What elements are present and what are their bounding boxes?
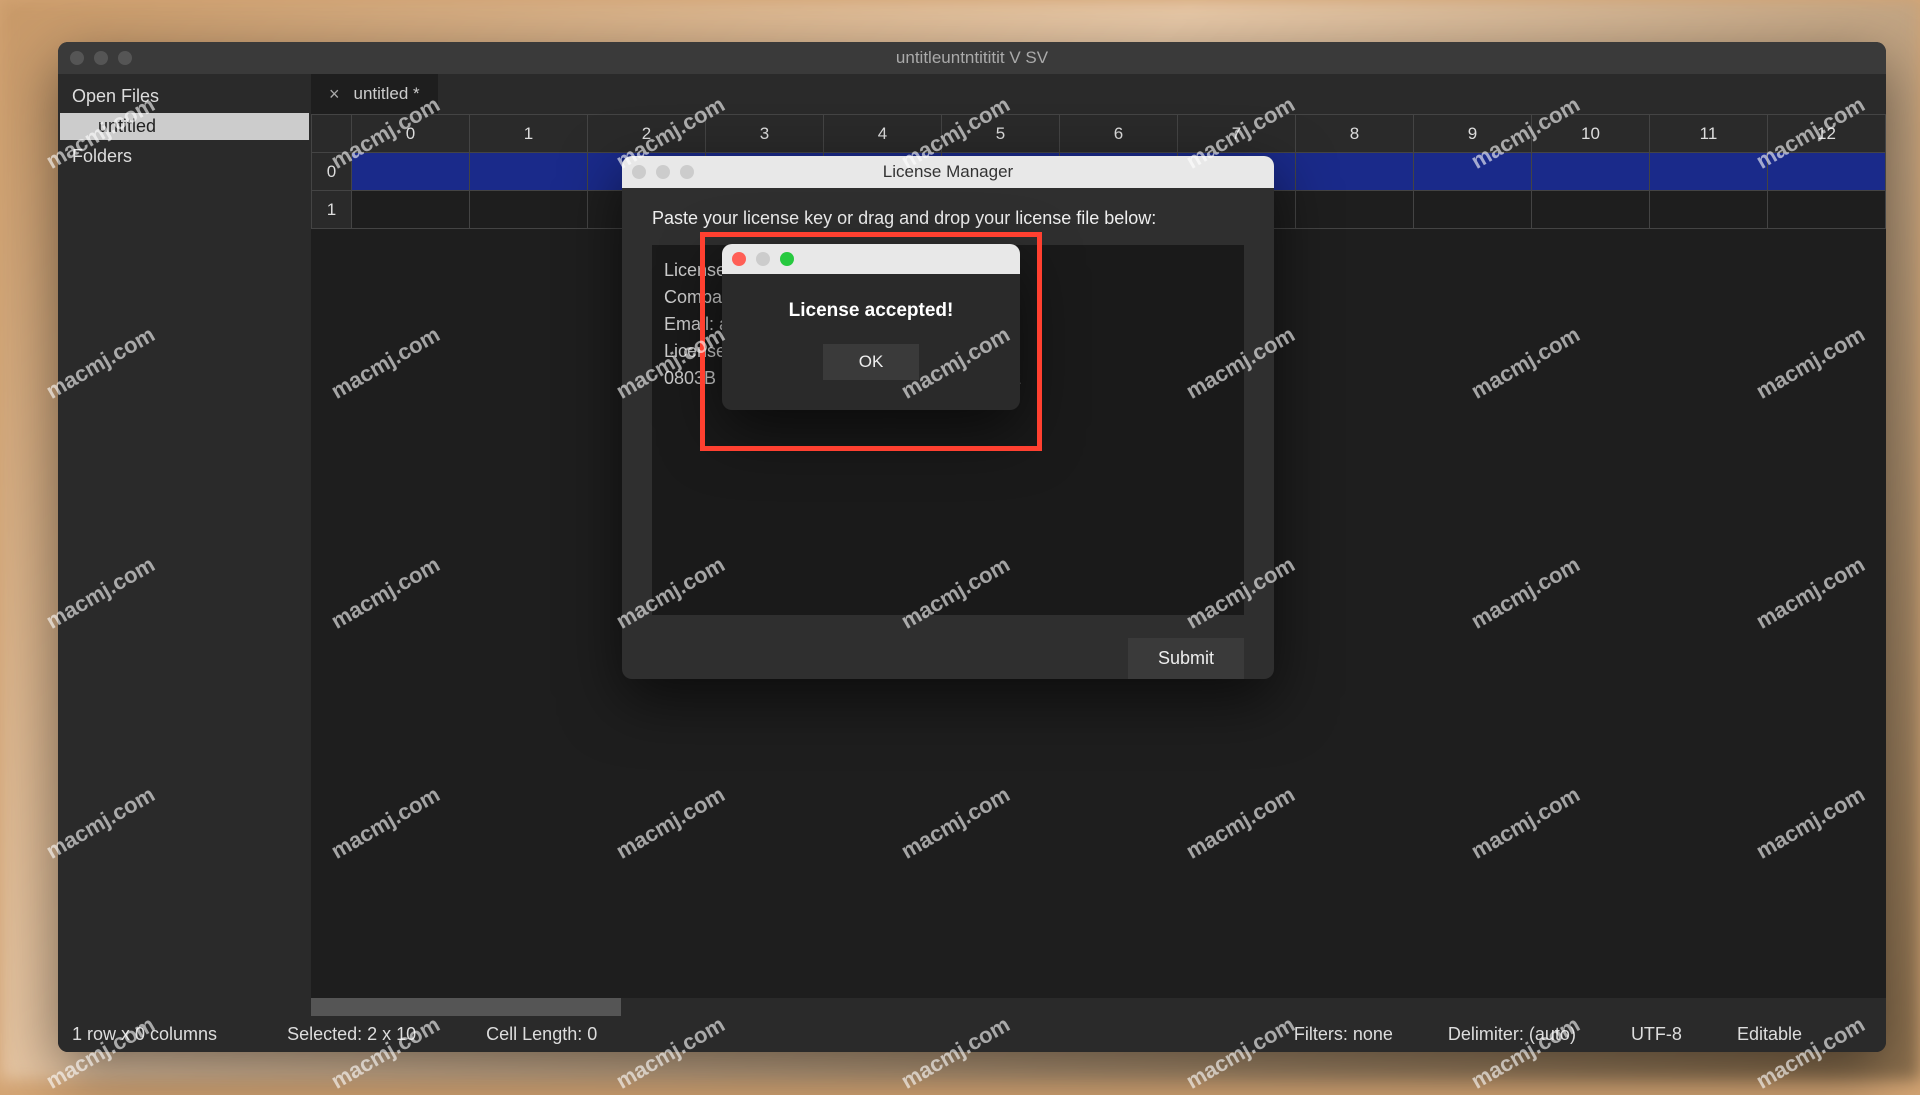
grid-cell[interactable] [1414,191,1532,229]
column-header[interactable]: 10 [1532,115,1650,153]
grid-cell[interactable] [1650,153,1768,191]
column-header[interactable]: 3 [706,115,824,153]
column-header[interactable]: 4 [824,115,942,153]
maximize-icon[interactable] [680,165,694,179]
horizontal-scrollbar[interactable] [311,998,1886,1016]
tab-close-icon[interactable]: × [329,84,340,105]
grid-cell[interactable] [1296,191,1414,229]
maximize-icon[interactable] [780,252,794,266]
dialog-title: License Manager [883,162,1013,182]
status-encoding[interactable]: UTF-8 [1631,1024,1682,1045]
column-header[interactable]: 6 [1060,115,1178,153]
grid-cell[interactable] [1768,153,1886,191]
grid-cell[interactable] [352,191,470,229]
minimize-icon[interactable] [656,165,670,179]
license-accepted-alert: License accepted! OK [722,244,1020,410]
column-header[interactable]: 8 [1296,115,1414,153]
tab-untitled[interactable]: × untitled * [311,74,438,114]
alert-message: License accepted! [742,300,1000,322]
column-header[interactable]: 5 [942,115,1060,153]
column-header[interactable]: 11 [1650,115,1768,153]
status-mode[interactable]: Editable [1737,1024,1802,1045]
grid-corner [312,115,352,153]
close-icon[interactable] [632,165,646,179]
titlebar: untitleuntntititit V SV [58,42,1886,74]
column-header[interactable]: 12 [1768,115,1886,153]
minimize-icon[interactable] [94,51,108,65]
grid-cell[interactable] [1532,191,1650,229]
grid-cell[interactable] [1650,191,1768,229]
scrollbar-thumb[interactable] [311,998,621,1016]
status-cell-length: Cell Length: 0 [486,1024,597,1045]
column-header[interactable]: 0 [352,115,470,153]
grid-cell[interactable] [470,191,588,229]
window-title: untitleuntntititit V SV [896,48,1048,68]
statusbar: 1 row x 0 columns Selected: 2 x 10 Cell … [58,1016,1886,1052]
status-delimiter[interactable]: Delimiter: (auto) [1448,1024,1576,1045]
status-filters[interactable]: Filters: none [1294,1024,1393,1045]
ok-button[interactable]: OK [823,344,920,380]
license-instruction: Paste your license key or drag and drop … [652,208,1244,229]
status-rows: 1 row x 0 columns [72,1024,217,1045]
minimize-icon[interactable] [756,252,770,266]
sidebar-file-untitled[interactable]: untitled [60,113,309,140]
close-icon[interactable] [70,51,84,65]
column-header[interactable]: 1 [470,115,588,153]
column-header[interactable]: 2 [588,115,706,153]
tabbar: × untitled * [311,74,1886,114]
maximize-icon[interactable] [118,51,132,65]
column-header[interactable]: 9 [1414,115,1532,153]
submit-button[interactable]: Submit [1128,638,1244,679]
alert-titlebar [722,244,1020,274]
grid-cell[interactable] [1414,153,1532,191]
close-icon[interactable] [732,252,746,266]
grid-cell[interactable] [1296,153,1414,191]
grid-cell[interactable] [470,153,588,191]
grid-cell[interactable] [352,153,470,191]
folders-header[interactable]: Folders [58,140,311,173]
grid-cell[interactable] [1768,191,1886,229]
sidebar: Open Files untitled Folders [58,74,311,1016]
license-manager-dialog: License Manager Paste your license key o… [622,156,1274,679]
row-header[interactable]: 1 [312,191,352,229]
column-header[interactable]: 7 [1178,115,1296,153]
grid-cell[interactable] [1532,153,1650,191]
row-header[interactable]: 0 [312,153,352,191]
open-files-header: Open Files [58,80,311,113]
dialog-titlebar: License Manager [622,156,1274,188]
status-selected: Selected: 2 x 10 [287,1024,416,1045]
tab-label: untitled * [354,84,420,104]
